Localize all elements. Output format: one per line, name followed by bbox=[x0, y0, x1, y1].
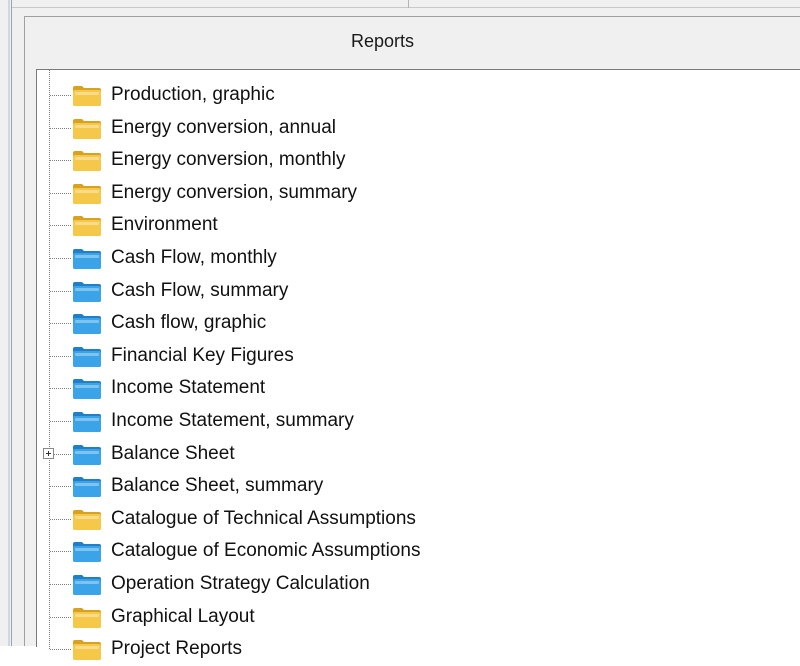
yellow-folder-icon bbox=[71, 183, 103, 205]
yellow-folder-icon bbox=[71, 509, 103, 531]
tree-item-label: Operation Strategy Calculation bbox=[111, 573, 370, 594]
tree-item-label: Balance Sheet bbox=[111, 442, 235, 464]
yellow-folder-icon bbox=[71, 215, 103, 237]
blue-folder-icon bbox=[71, 346, 103, 368]
tree-item[interactable]: Energy conversion, annual bbox=[37, 112, 797, 144]
tree-item-label: Income Statement, summary bbox=[111, 410, 354, 431]
tree-item[interactable]: Energy conversion, monthly bbox=[37, 144, 797, 176]
tree-connector bbox=[50, 421, 71, 422]
tree-item[interactable]: Production, graphic bbox=[37, 79, 797, 111]
tree-connector bbox=[50, 388, 71, 390]
tree-item[interactable]: Balance Sheet, summary bbox=[37, 470, 797, 502]
tree-item-label: Catalogue of Economic Assumptions bbox=[111, 540, 421, 562]
blue-folder-icon bbox=[71, 476, 103, 498]
top-strip bbox=[12, 0, 800, 8]
tree-item[interactable]: Catalogue of Technical Assumptions bbox=[37, 503, 797, 535]
yellow-folder-icon bbox=[71, 85, 103, 107]
tree-item-label: Project Reports bbox=[111, 638, 242, 660]
tree-item[interactable]: Graphical Layout bbox=[37, 601, 797, 633]
yellow-folder-icon bbox=[71, 639, 103, 661]
tree-connector bbox=[50, 551, 71, 553]
tree-item-label: Catalogue of Technical Assumptions bbox=[111, 507, 416, 529]
blue-folder-icon bbox=[71, 574, 103, 596]
tree-connector bbox=[50, 127, 71, 129]
tree-connector bbox=[50, 518, 71, 520]
blue-folder-icon bbox=[71, 411, 103, 433]
blue-folder-icon bbox=[71, 248, 103, 270]
reports-panel: Reports Production, graphic Energy conver… bbox=[24, 16, 800, 661]
tree-connector bbox=[50, 95, 71, 96]
blue-folder-icon bbox=[71, 541, 103, 563]
tree-connector bbox=[50, 323, 71, 325]
reports-tree[interactable]: Production, graphic Energy conversion, an… bbox=[36, 69, 800, 661]
tree-item[interactable]: Environment bbox=[37, 209, 797, 241]
tree-item[interactable]: Catalogue of Economic Assumptions bbox=[37, 535, 797, 567]
tree-item[interactable]: Cash Flow, monthly bbox=[37, 242, 797, 274]
blue-folder-icon bbox=[71, 378, 103, 400]
panel-title: Reports bbox=[350, 30, 415, 51]
expand-plus-icon[interactable] bbox=[43, 447, 54, 459]
tree-item-label: Balance Sheet, summary bbox=[111, 475, 324, 497]
tree-item-label: Energy conversion, monthly bbox=[111, 149, 346, 171]
yellow-folder-icon bbox=[71, 118, 103, 140]
tree-item[interactable]: Income Statement, summary bbox=[37, 405, 797, 437]
tree-item-label: Environment bbox=[111, 214, 218, 236]
tree-item-label: Income Statement bbox=[111, 377, 266, 399]
tree-item[interactable]: Cash flow, graphic bbox=[37, 307, 797, 339]
tree-connector bbox=[50, 355, 71, 357]
tree-connector bbox=[50, 486, 71, 488]
tree-connector bbox=[50, 616, 71, 618]
tree-item[interactable]: Income Statement bbox=[37, 372, 797, 404]
tree-item[interactable]: Operation Strategy Calculation bbox=[37, 568, 797, 600]
tree-connector bbox=[50, 225, 71, 227]
tree-connector bbox=[50, 160, 71, 162]
tree-item-label: Cash Flow, monthly bbox=[111, 247, 277, 268]
tree-item[interactable]: Cash Flow, summary bbox=[37, 275, 797, 307]
tree-item-label: Energy conversion, summary bbox=[111, 181, 358, 203]
tree-connector bbox=[50, 584, 71, 585]
blue-folder-icon bbox=[71, 444, 103, 466]
tree-item[interactable]: Project Reports bbox=[37, 633, 797, 665]
blue-folder-icon bbox=[71, 313, 103, 335]
tree-item[interactable]: Energy conversion, summary bbox=[37, 177, 797, 209]
tree-item-label: Energy conversion, annual bbox=[111, 116, 336, 138]
tree-item-label: Cash Flow, summary bbox=[111, 279, 289, 301]
tree-item[interactable]: Balance Sheet bbox=[37, 438, 797, 470]
app-window: Reports Production, graphic Energy conver… bbox=[0, 0, 800, 661]
tree-item-label: Financial Key Figures bbox=[111, 344, 294, 366]
tree-item-label: Production, graphic bbox=[111, 84, 275, 105]
tree-connector bbox=[50, 192, 71, 194]
yellow-folder-icon bbox=[71, 150, 103, 172]
tree-connector bbox=[50, 649, 71, 651]
top-strip-separator bbox=[408, 0, 409, 8]
tree-connector bbox=[50, 290, 71, 292]
blue-folder-icon bbox=[71, 281, 103, 303]
yellow-folder-icon bbox=[71, 607, 103, 629]
left-splitter[interactable] bbox=[0, 0, 12, 646]
tree-item[interactable]: Financial Key Figures bbox=[37, 340, 797, 372]
tree-connector bbox=[50, 258, 71, 259]
tree-item-label: Cash flow, graphic bbox=[111, 312, 267, 334]
tree-item-label: Graphical Layout bbox=[111, 605, 255, 627]
